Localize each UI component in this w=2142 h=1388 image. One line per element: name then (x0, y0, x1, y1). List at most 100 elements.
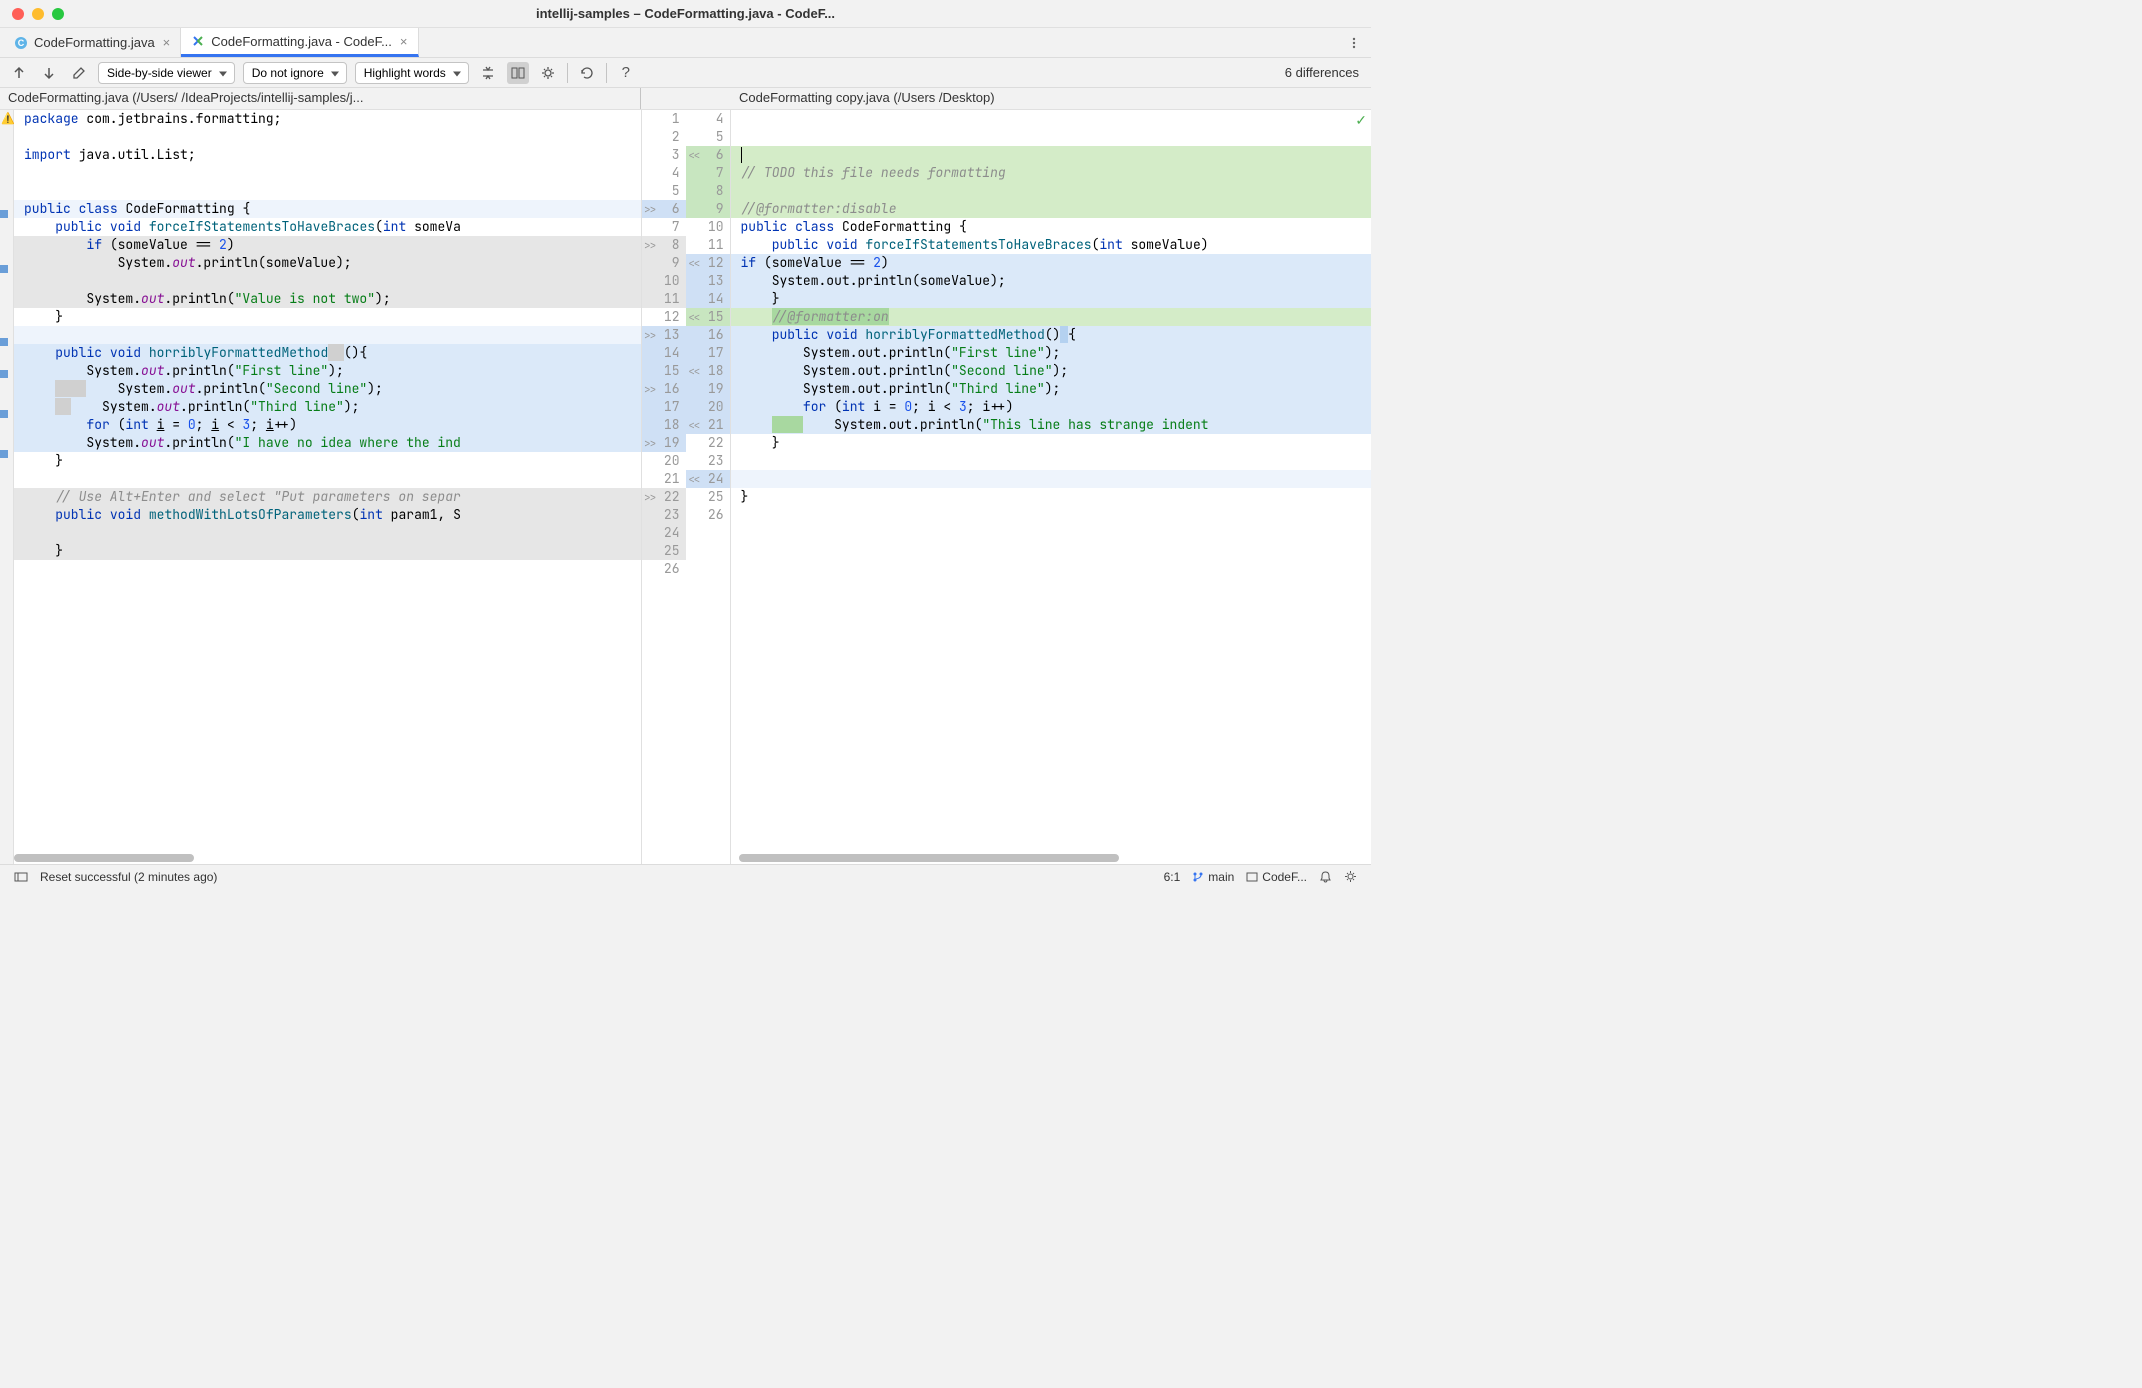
code-line[interactable]: System.out.println("Value is not two"); (14, 290, 641, 308)
ignore-mode-select[interactable]: Do not ignore (243, 62, 347, 84)
code-line[interactable]: public void horriblyFormattedMethod (){ (14, 344, 641, 362)
apply-chunk-icon[interactable]: << (688, 471, 701, 489)
code-line[interactable]: System.out.println(someValue); (14, 254, 641, 272)
code-line[interactable]: public void horriblyFormattedMethod() { (731, 326, 1372, 344)
highlight-mode-select[interactable]: Highlight words (355, 62, 469, 84)
code-line[interactable]: import java.util.List; (14, 146, 641, 164)
window-minimize-button[interactable] (32, 8, 44, 20)
tool-window-toggle[interactable] (8, 870, 34, 884)
code-line[interactable]: //@formatter:disable (731, 200, 1372, 218)
line-number: 18 (642, 416, 686, 434)
apply-chunk-icon[interactable]: << (688, 363, 701, 381)
code-line[interactable]: System.out.println("This line has strang… (731, 416, 1372, 434)
code-line[interactable]: System.out.println("Third line"); (731, 380, 1372, 398)
code-line[interactable] (14, 182, 641, 200)
line-number: 4 (642, 164, 686, 182)
apply-chunk-icon[interactable]: << (688, 309, 701, 327)
code-line[interactable]: package com.jetbrains.formatting; (14, 110, 641, 128)
code-line[interactable]: } (14, 542, 641, 560)
code-line[interactable] (731, 128, 1372, 146)
code-line[interactable] (14, 128, 641, 146)
code-line[interactable]: public void forceIfStatementsToHaveBrace… (731, 236, 1372, 254)
code-line[interactable]: // Use Alt+Enter and select "Put paramet… (14, 488, 641, 506)
apply-chunk-icon[interactable]: << (688, 255, 701, 273)
code-line[interactable]: } (14, 308, 641, 326)
right-pane[interactable]: ✓ // TODO this file needs formatting//@f… (731, 110, 1372, 864)
close-icon[interactable]: × (163, 35, 171, 50)
close-icon[interactable]: × (400, 34, 408, 49)
code-line[interactable] (731, 182, 1372, 200)
code-line[interactable]: } (14, 452, 641, 470)
code-line[interactable]: public void methodWithLotsOfParameters(i… (14, 506, 641, 524)
code-line[interactable]: } (731, 434, 1372, 452)
code-line[interactable]: if (someValue == 2) (14, 236, 641, 254)
code-line[interactable]: for (int i = 0; i < 3; i++) (14, 416, 641, 434)
git-branch[interactable]: main (1186, 870, 1240, 884)
collapse-unchanged-button[interactable] (477, 62, 499, 84)
next-diff-button[interactable] (38, 62, 60, 84)
code-line[interactable]: public void forceIfStatementsToHaveBrace… (14, 218, 641, 236)
code-line[interactable] (731, 452, 1372, 470)
code-line[interactable] (731, 470, 1372, 488)
window-maximize-button[interactable] (52, 8, 64, 20)
code-line[interactable] (731, 146, 1372, 164)
left-pane[interactable]: ⚠️ package com.jetbrains.formatting;impo… (0, 110, 641, 864)
horizontal-scrollbar[interactable] (14, 854, 194, 862)
apply-chunk-icon[interactable]: >> (644, 489, 657, 507)
diff-settings-button[interactable] (537, 62, 559, 84)
vcs-widget[interactable]: CodeF... (1240, 870, 1313, 884)
code-line[interactable] (14, 272, 641, 290)
code-line[interactable] (731, 506, 1372, 524)
apply-chunk-icon[interactable]: >> (644, 201, 657, 219)
apply-chunk-icon[interactable]: >> (644, 381, 657, 399)
edit-source-button[interactable] (68, 62, 90, 84)
code-line[interactable]: System.out.println("Second line"); (14, 380, 641, 398)
horizontal-scrollbar[interactable] (739, 854, 1119, 862)
code-line[interactable]: public class CodeFormatting { (14, 200, 641, 218)
ide-settings-icon[interactable] (1338, 870, 1363, 883)
code-line[interactable]: } (731, 290, 1372, 308)
apply-chunk-icon[interactable]: << (688, 417, 701, 435)
apply-chunk-icon[interactable]: << (688, 147, 701, 165)
code-line[interactable] (14, 470, 641, 488)
viewer-mode-select[interactable]: Side-by-side viewer (98, 62, 235, 84)
notifications-icon[interactable] (1313, 870, 1338, 883)
code-line[interactable]: if (someValue == 2) (731, 254, 1372, 272)
prev-diff-button[interactable] (8, 62, 30, 84)
apply-chunk-icon[interactable]: >> (644, 327, 657, 345)
tab-label: CodeFormatting.java (34, 35, 155, 50)
code-line[interactable]: System.out.println("I have no idea where… (14, 434, 641, 452)
apply-chunk-icon[interactable]: >> (644, 237, 657, 255)
code-line[interactable] (731, 110, 1372, 128)
code-line[interactable]: System.out.println("First line"); (14, 362, 641, 380)
help-button[interactable]: ? (615, 62, 637, 84)
code-line[interactable]: //@formatter:on (731, 308, 1372, 326)
window-close-button[interactable] (12, 8, 24, 20)
code-line[interactable]: // TODO this file needs formatting (731, 164, 1372, 182)
code-line[interactable] (14, 326, 641, 344)
code-line[interactable] (14, 524, 641, 542)
tab-menu-button[interactable] (1337, 28, 1371, 57)
code-line[interactable]: System.out.println("First line"); (731, 344, 1372, 362)
code-line[interactable]: System.out.println("Third line"); (14, 398, 641, 416)
sync-scroll-button[interactable] (507, 62, 529, 84)
code-line[interactable]: System.out.println(someValue); (731, 272, 1372, 290)
line-number: 20 (686, 398, 730, 416)
refresh-button[interactable] (576, 62, 598, 84)
code-line[interactable]: } (731, 488, 1372, 506)
line-number: 19>> (642, 434, 686, 452)
apply-chunk-icon[interactable]: >> (644, 435, 657, 453)
tab-codeformatting[interactable]: C CodeFormatting.java × (4, 28, 181, 57)
tab-diff[interactable]: CodeFormatting.java - CodeF... × (181, 28, 418, 57)
diff-toolbar: Side-by-side viewer Do not ignore Highli… (0, 58, 1371, 88)
line-number: 9 (642, 254, 686, 272)
code-line[interactable]: for (int i = 0; i < 3; i++) (731, 398, 1372, 416)
line-number: 14 (686, 290, 730, 308)
titlebar: intellij-samples – CodeFormatting.java -… (0, 0, 1371, 28)
cursor-position[interactable]: 6:1 (1158, 870, 1187, 884)
code-line[interactable]: System.out.println("Second line"); (731, 362, 1372, 380)
code-line[interactable] (14, 164, 641, 182)
code-line[interactable] (14, 560, 641, 578)
line-number: 6>> (642, 200, 686, 218)
code-line[interactable]: public class CodeFormatting { (731, 218, 1372, 236)
